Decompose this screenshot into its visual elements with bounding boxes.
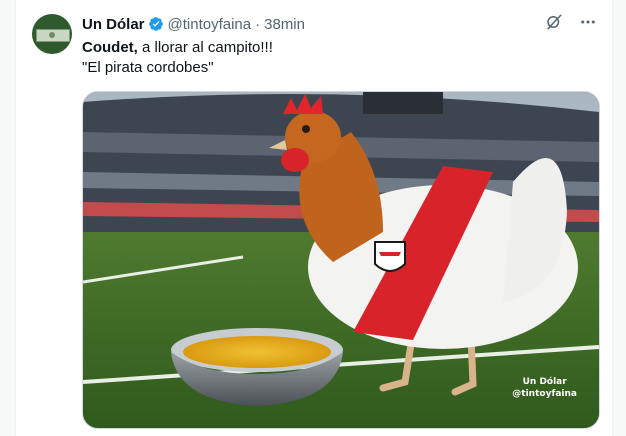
tweet-text-line2: "El pirata cordobes" [82, 59, 214, 76]
tweet-text-line1: a llorar al campito!!! [137, 39, 273, 56]
watermark-name: Un Dólar [522, 377, 567, 387]
image-watermark: Un Dólar @tintoyfaina [512, 376, 577, 400]
tweet-image[interactable]: Un Dólar @tintoyfaina [82, 91, 600, 429]
tweet-text: Coudet, a llorar al campito!!! "El pirat… [82, 38, 273, 78]
author-name[interactable]: Un Dólar [82, 16, 145, 33]
tweet-card[interactable]: Un Dólar @tintoyfaina · 38min Coudet, a … [15, 0, 613, 436]
tweet-header: Un Dólar @tintoyfaina · 38min [82, 14, 305, 34]
more-icon[interactable] [578, 12, 598, 32]
timestamp[interactable]: 38min [264, 16, 305, 33]
dollar-bill-avatar-image [36, 29, 70, 42]
avatar[interactable] [32, 14, 72, 54]
separator-dot: · [255, 15, 261, 33]
verified-badge-icon [148, 17, 163, 31]
grok-icon[interactable] [544, 12, 564, 32]
tweet-text-bold: Coudet, [82, 39, 138, 56]
watermark-handle: @tintoyfaina [512, 389, 577, 399]
tweet-actions [544, 12, 598, 32]
author-handle[interactable]: @tintoyfaina [168, 16, 252, 33]
